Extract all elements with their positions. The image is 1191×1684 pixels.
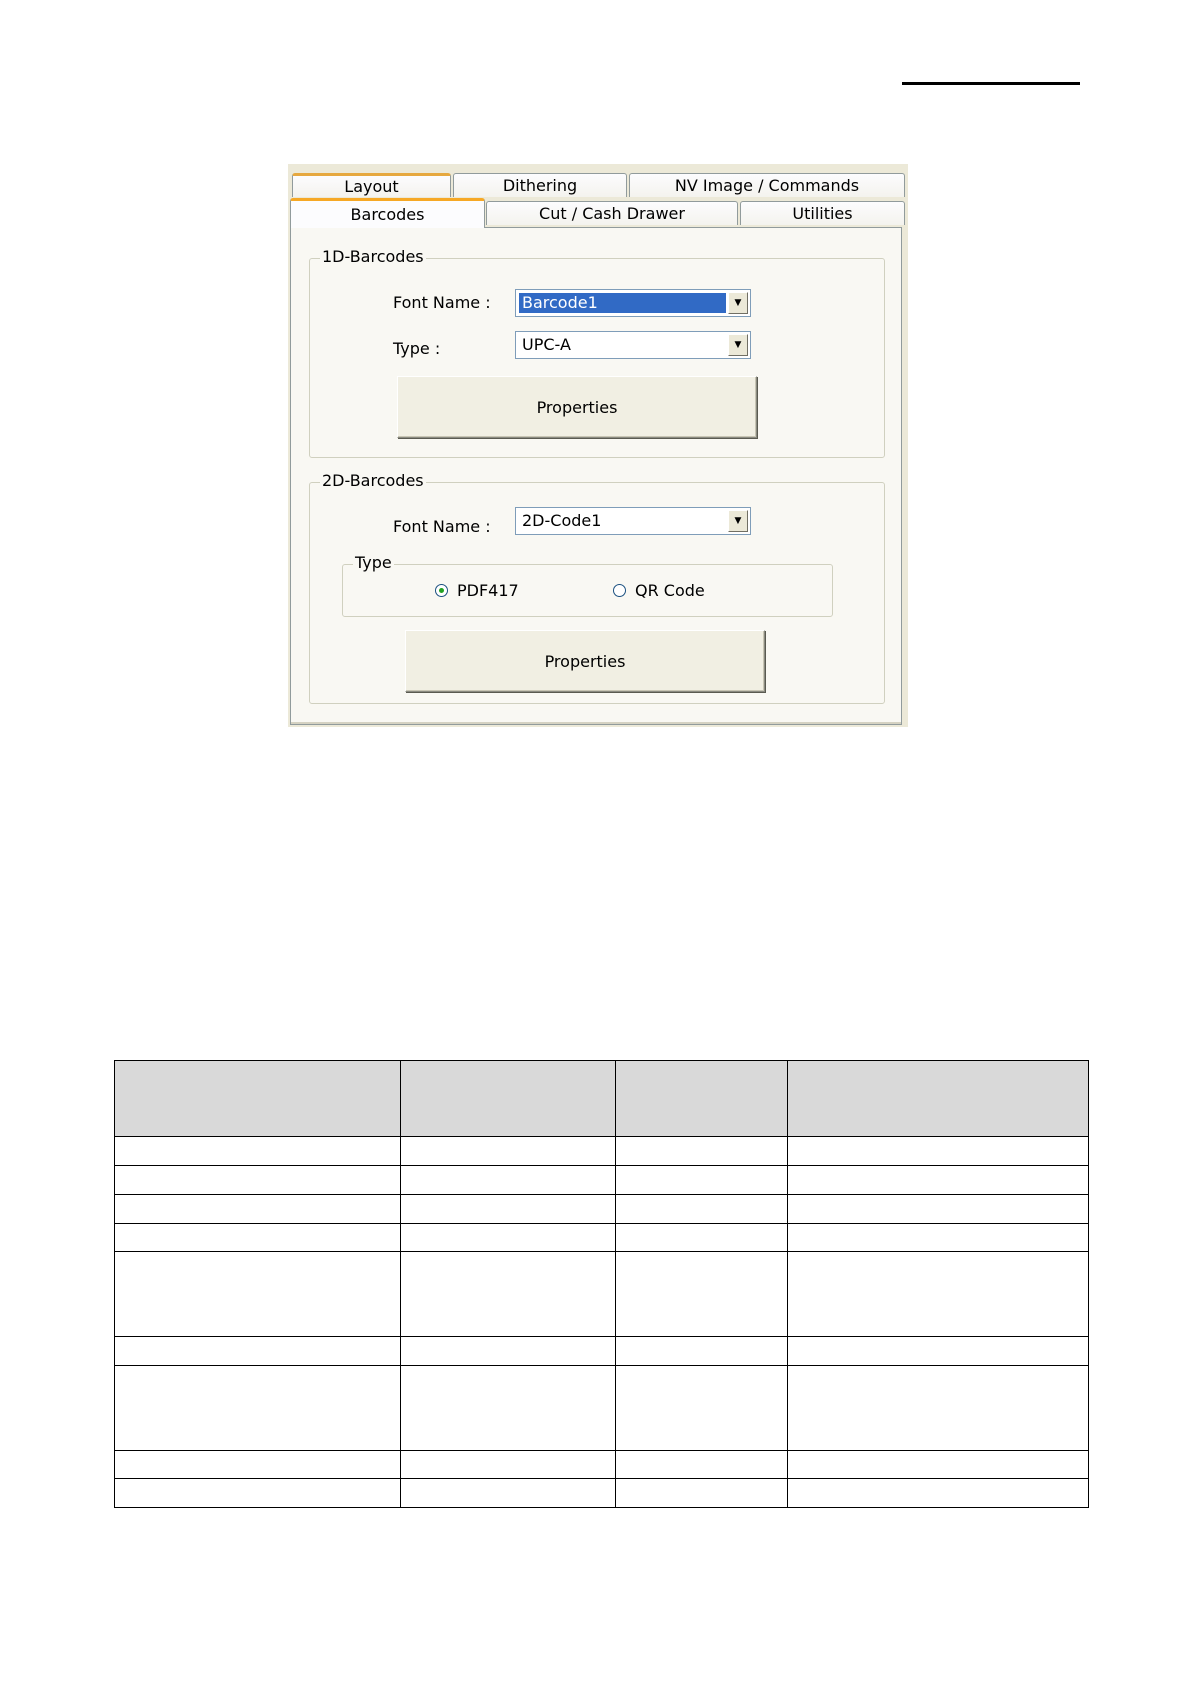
barcodes-tab-panel: 1D-Barcodes Font Name : Barcode1 ▼ Type … bbox=[290, 227, 902, 725]
table-row bbox=[114, 1251, 1089, 1337]
table-row bbox=[114, 1365, 1089, 1451]
font-name-1d-dropdown[interactable]: Barcode1 ▼ bbox=[515, 289, 751, 317]
tab-label: Dithering bbox=[502, 176, 578, 195]
radio-label: QR Code bbox=[635, 581, 705, 600]
group-title-2d: 2D-Barcodes bbox=[320, 471, 426, 490]
radio-label: PDF417 bbox=[457, 581, 519, 600]
type-1d-dropdown[interactable]: UPC-A ▼ bbox=[515, 331, 751, 359]
table-header-cell bbox=[787, 1060, 1089, 1137]
table-row bbox=[114, 1450, 1089, 1479]
group-2d-type: Type PDF417 QR Code bbox=[342, 553, 833, 617]
tab-dithering[interactable]: Dithering bbox=[453, 173, 627, 197]
group-title-1d: 1D-Barcodes bbox=[320, 247, 426, 266]
table-row bbox=[114, 1136, 1089, 1166]
chevron-down-icon[interactable]: ▼ bbox=[728, 334, 748, 356]
table-header-cell bbox=[114, 1060, 401, 1137]
button-label: Properties bbox=[536, 397, 618, 417]
barcode-settings-dialog: Layout Dithering NV Image / Commands Bar… bbox=[288, 164, 908, 727]
tab-cut-cash-drawer[interactable]: Cut / Cash Drawer bbox=[486, 201, 738, 225]
table-header-row bbox=[114, 1060, 1089, 1137]
group-title-type: Type bbox=[353, 553, 394, 572]
table-header-cell bbox=[400, 1060, 616, 1137]
radio-qr-code[interactable]: QR Code bbox=[613, 581, 705, 600]
group-2d-barcodes: 2D-Barcodes Font Name : 2D-Code1 ▼ Type … bbox=[309, 471, 885, 704]
font-name-2d-value: 2D-Code1 bbox=[522, 511, 602, 530]
button-label: Properties bbox=[544, 651, 626, 671]
table-row bbox=[114, 1194, 1089, 1224]
tab-barcodes[interactable]: Barcodes bbox=[290, 198, 485, 228]
panel-bottom-edge bbox=[291, 722, 901, 724]
radio-pdf417[interactable]: PDF417 bbox=[435, 581, 519, 600]
font-name-label: Font Name : bbox=[393, 517, 491, 536]
font-name-label: Font Name : bbox=[393, 293, 491, 312]
tab-label: Utilities bbox=[792, 204, 853, 223]
chevron-down-icon[interactable]: ▼ bbox=[728, 510, 748, 532]
tab-layout[interactable]: Layout bbox=[292, 173, 451, 197]
group-1d-barcodes: 1D-Barcodes Font Name : Barcode1 ▼ Type … bbox=[309, 247, 885, 458]
tab-label: Layout bbox=[344, 177, 399, 196]
tab-utilities[interactable]: Utilities bbox=[740, 201, 905, 225]
document-table bbox=[114, 1060, 1089, 1508]
tab-label: Cut / Cash Drawer bbox=[539, 204, 685, 223]
properties-2d-button[interactable]: Properties bbox=[405, 630, 765, 692]
type-1d-value: UPC-A bbox=[522, 335, 571, 354]
tab-nv-image-commands[interactable]: NV Image / Commands bbox=[629, 173, 905, 197]
font-name-2d-dropdown[interactable]: 2D-Code1 ▼ bbox=[515, 507, 751, 535]
type-label: Type : bbox=[393, 339, 441, 358]
radio-selected-icon[interactable] bbox=[435, 584, 448, 597]
page-header-rule bbox=[902, 82, 1080, 85]
tab-label: NV Image / Commands bbox=[674, 176, 860, 195]
table-row bbox=[114, 1223, 1089, 1252]
font-name-1d-value: Barcode1 bbox=[519, 293, 726, 313]
table-header-cell bbox=[615, 1060, 788, 1137]
tab-label: Barcodes bbox=[350, 205, 425, 224]
table-row bbox=[114, 1165, 1089, 1195]
table-row bbox=[114, 1478, 1089, 1508]
table-row bbox=[114, 1336, 1089, 1366]
chevron-down-icon[interactable]: ▼ bbox=[728, 292, 748, 314]
radio-unselected-icon[interactable] bbox=[613, 584, 626, 597]
properties-1d-button[interactable]: Properties bbox=[397, 376, 757, 438]
